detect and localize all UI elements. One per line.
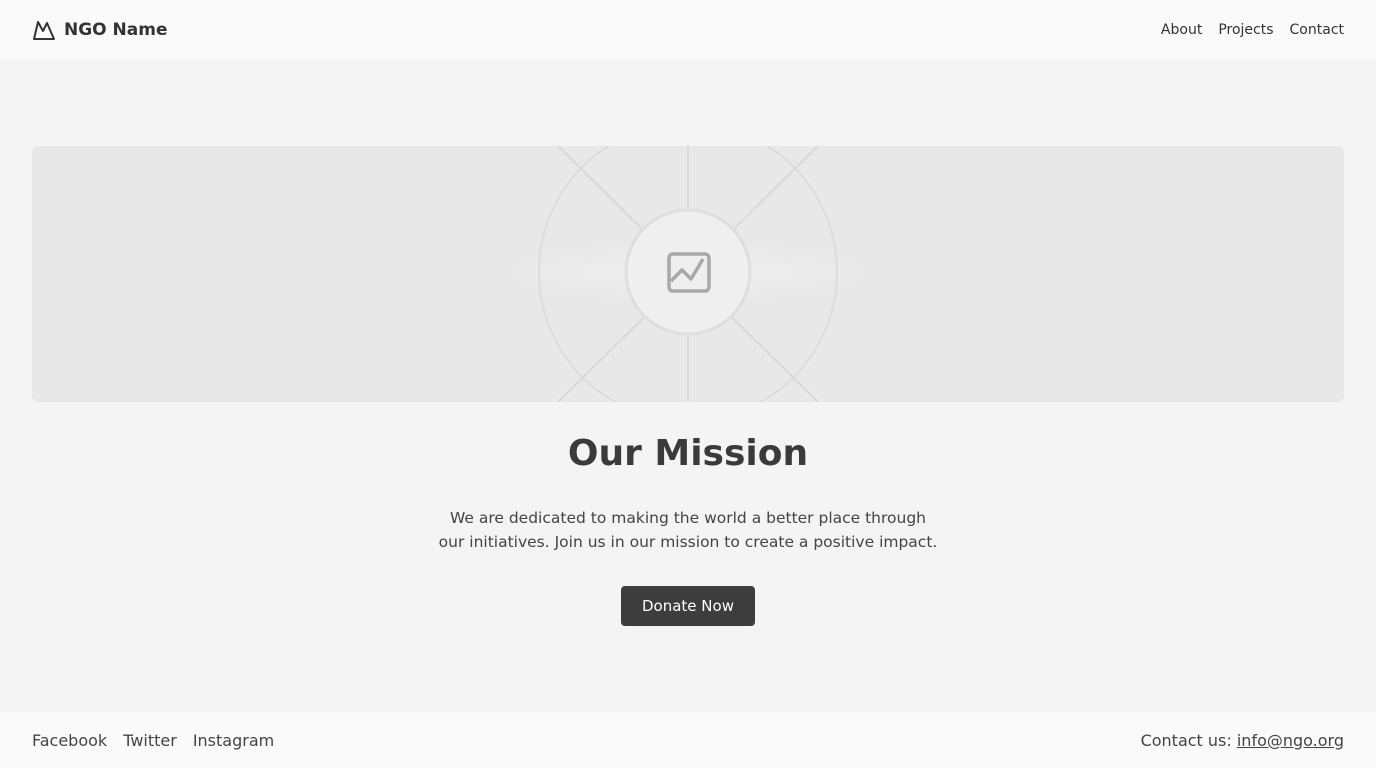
instagram-link[interactable]: Instagram xyxy=(193,731,274,750)
nav-projects[interactable]: Projects xyxy=(1218,22,1273,38)
site-footer: Facebook Twitter Instagram Contact us: i… xyxy=(0,712,1376,768)
nav-contact[interactable]: Contact xyxy=(1290,22,1344,38)
brand-name: NGO Name xyxy=(64,20,168,40)
mission-title: Our Mission xyxy=(567,433,809,474)
hero-image-placeholder xyxy=(32,146,1344,402)
donate-button[interactable]: Donate Now xyxy=(621,586,755,626)
brand-link[interactable]: NGO Name xyxy=(32,19,168,41)
contact-email-link[interactable]: info@ngo.org xyxy=(1237,731,1344,750)
facebook-link[interactable]: Facebook xyxy=(32,731,107,750)
mission-text: We are dedicated to making the world a b… xyxy=(438,509,938,551)
mountain-icon xyxy=(32,19,56,41)
main-nav: About Projects Contact xyxy=(1161,22,1344,38)
contact-info: Contact us: info@ngo.org xyxy=(1141,731,1344,750)
twitter-link[interactable]: Twitter xyxy=(123,731,177,750)
site-header: NGO Name About Projects Contact xyxy=(0,0,1376,60)
social-links: Facebook Twitter Instagram xyxy=(32,731,274,750)
nav-about[interactable]: About xyxy=(1161,22,1202,38)
contact-label: Contact us: xyxy=(1140,730,1232,750)
